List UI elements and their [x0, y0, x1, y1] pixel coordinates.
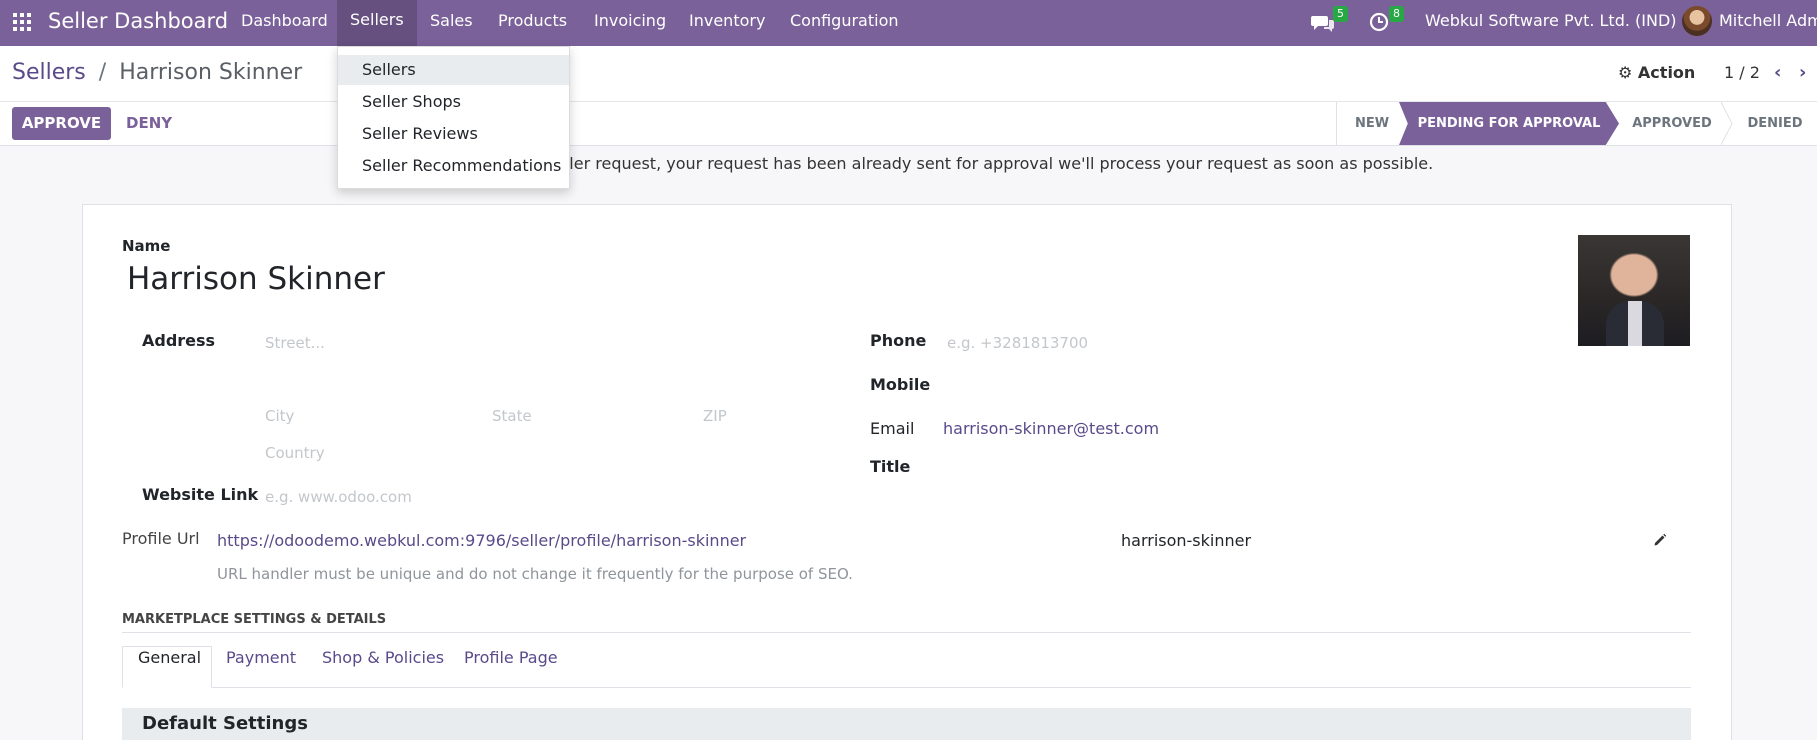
sellers-dropdown-menu: Sellers Seller Shops Seller Reviews Sell… [337, 46, 570, 189]
profile-url-link[interactable]: https://odoodemo.webkul.com:9796/seller/… [217, 531, 746, 550]
menu-products[interactable]: Products [498, 11, 567, 30]
activities-badge: 8 [1389, 6, 1404, 22]
tab-general[interactable]: General [138, 648, 201, 667]
profile-url-label: Profile Url [122, 529, 200, 548]
street-input[interactable]: Street... [265, 334, 325, 352]
phone-input[interactable]: e.g. +3281813700 [947, 334, 1088, 352]
dropdown-item-seller-shops[interactable]: Seller Shops [338, 87, 569, 117]
action-button[interactable]: ⚙ Action [1618, 63, 1695, 82]
approve-button[interactable]: APPROVE [12, 107, 111, 140]
tab-payment[interactable]: Payment [226, 648, 296, 667]
user-menu[interactable]: Mitchell Admi [1719, 11, 1817, 30]
top-navbar: Seller Dashboard Dashboard Sellers Sales… [0, 0, 1817, 46]
seller-photo[interactable] [1578, 235, 1690, 346]
menu-invoicing[interactable]: Invoicing [594, 11, 666, 30]
control-panel-divider [0, 101, 1817, 102]
menu-dashboard[interactable]: Dashboard [241, 11, 328, 30]
tab-shop-policies[interactable]: Shop & Policies [322, 648, 444, 667]
section-divider [122, 632, 1691, 633]
deny-button[interactable]: DENY [126, 107, 172, 140]
marketplace-section-title: MARKETPLACE SETTINGS & DETAILS [122, 612, 387, 627]
photo-shirt [1628, 301, 1642, 346]
avatar[interactable] [1682, 6, 1712, 36]
url-handler-field[interactable]: harrison-skinner [1121, 531, 1251, 550]
default-settings-title: Default Settings [142, 713, 308, 734]
dropdown-item-sellers[interactable]: Sellers [338, 55, 569, 85]
company-switcher[interactable]: Webkul Software Pvt. Ltd. (IND) [1425, 11, 1677, 30]
dropdown-item-seller-recommendations[interactable]: Seller Recommendations [338, 151, 569, 181]
messages-badge: 5 [1333, 6, 1348, 22]
zip-input[interactable]: ZIP [703, 407, 727, 425]
breadcrumb-separator: / [98, 60, 107, 85]
breadcrumb-current: Harrison Skinner [119, 60, 303, 85]
phone-label: Phone [870, 331, 927, 350]
menu-inventory[interactable]: Inventory [689, 11, 765, 30]
messages-icon[interactable] [1311, 13, 1335, 33]
menu-configuration[interactable]: Configuration [790, 11, 899, 30]
breadcrumb: Sellers / Harrison Skinner [12, 60, 302, 85]
url-help-text: URL handler must be unique and do not ch… [217, 565, 853, 583]
default-settings-header: Default Settings [122, 708, 1691, 740]
stage-new[interactable]: NEW [1337, 102, 1407, 145]
pager-prev-icon[interactable]: ‹ [1774, 62, 1781, 83]
email-label: Email [870, 419, 915, 438]
dropdown-item-seller-reviews[interactable]: Seller Reviews [338, 119, 569, 149]
apps-menu-icon[interactable] [12, 12, 32, 32]
tab-profile-page[interactable]: Profile Page [464, 648, 558, 667]
approval-notice: eller request, your request has been alr… [555, 154, 1434, 173]
pager-value[interactable]: 1 / 2 [1724, 63, 1760, 82]
mobile-label: Mobile [870, 375, 931, 394]
state-input[interactable]: State [492, 407, 532, 425]
stage-chevron-divider [1720, 101, 1733, 146]
stage-pending-for-approval[interactable]: PENDING FOR APPROVAL [1399, 102, 1619, 145]
title-label: Title [870, 457, 911, 476]
menu-sellers[interactable]: Sellers [337, 0, 417, 46]
city-input[interactable]: City [265, 407, 294, 425]
country-input[interactable]: Country [265, 444, 325, 462]
pager-next-icon[interactable]: › [1799, 62, 1806, 83]
stage-denied[interactable]: DENIED [1733, 102, 1817, 145]
gear-icon: ⚙ [1618, 63, 1633, 82]
menu-sales[interactable]: Sales [430, 11, 473, 30]
address-label: Address [142, 331, 216, 350]
website-label: Website Link [142, 485, 259, 504]
website-input[interactable]: e.g. www.odoo.com [265, 488, 412, 506]
edit-pencil-icon[interactable] [1653, 532, 1667, 546]
name-label: Name [122, 237, 171, 255]
breadcrumb-sellers-link[interactable]: Sellers [12, 60, 86, 85]
app-title[interactable]: Seller Dashboard [48, 9, 228, 33]
action-label: Action [1637, 63, 1696, 82]
activity-clock-icon[interactable] [1369, 12, 1389, 32]
stage-approved[interactable]: APPROVED [1617, 102, 1727, 145]
name-field[interactable]: Harrison Skinner [127, 261, 385, 297]
email-field[interactable]: harrison-skinner@test.com [943, 419, 1159, 438]
tabs-baseline [212, 687, 1691, 688]
